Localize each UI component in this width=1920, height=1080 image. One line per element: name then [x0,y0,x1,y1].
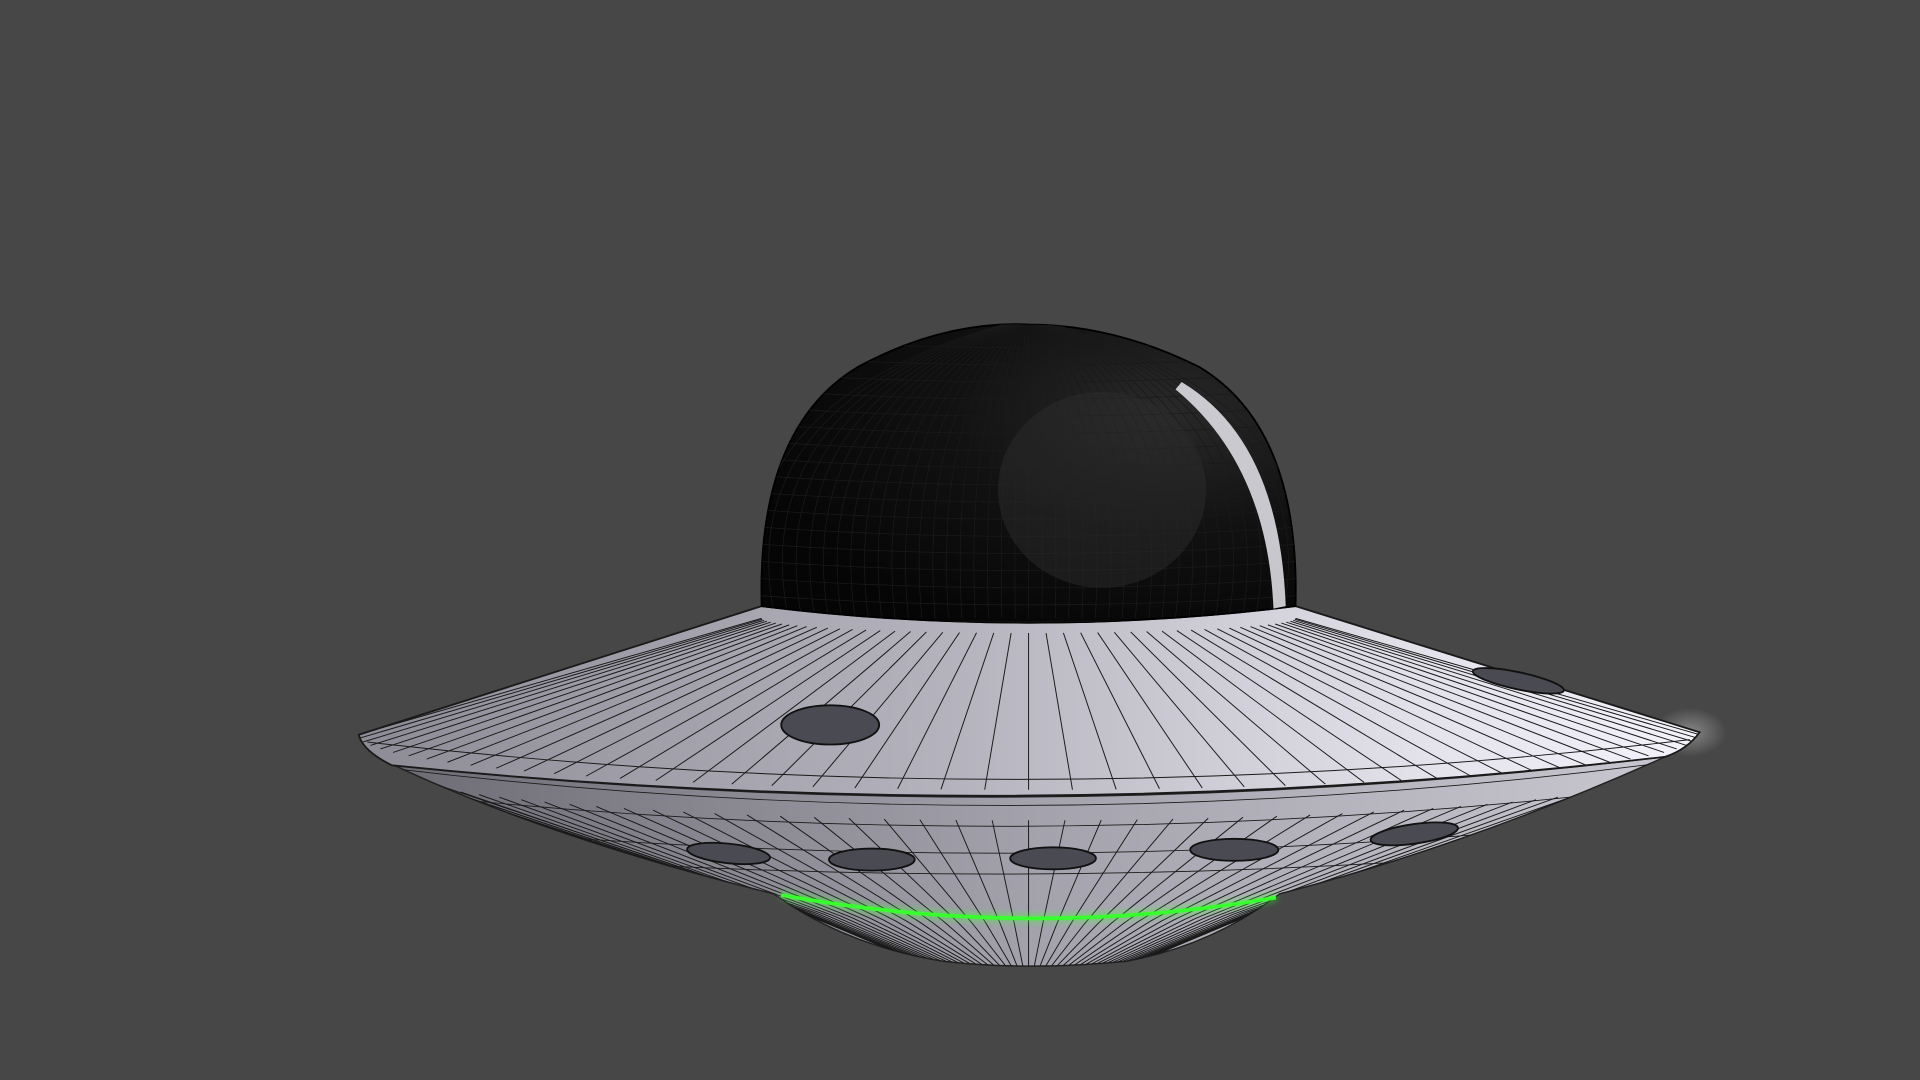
porthole [1189,837,1280,862]
porthole [780,704,881,746]
dome-reflection-soft [997,391,1207,588]
render-viewport [0,0,1920,1080]
porthole [828,847,916,872]
porthole [1009,846,1097,871]
